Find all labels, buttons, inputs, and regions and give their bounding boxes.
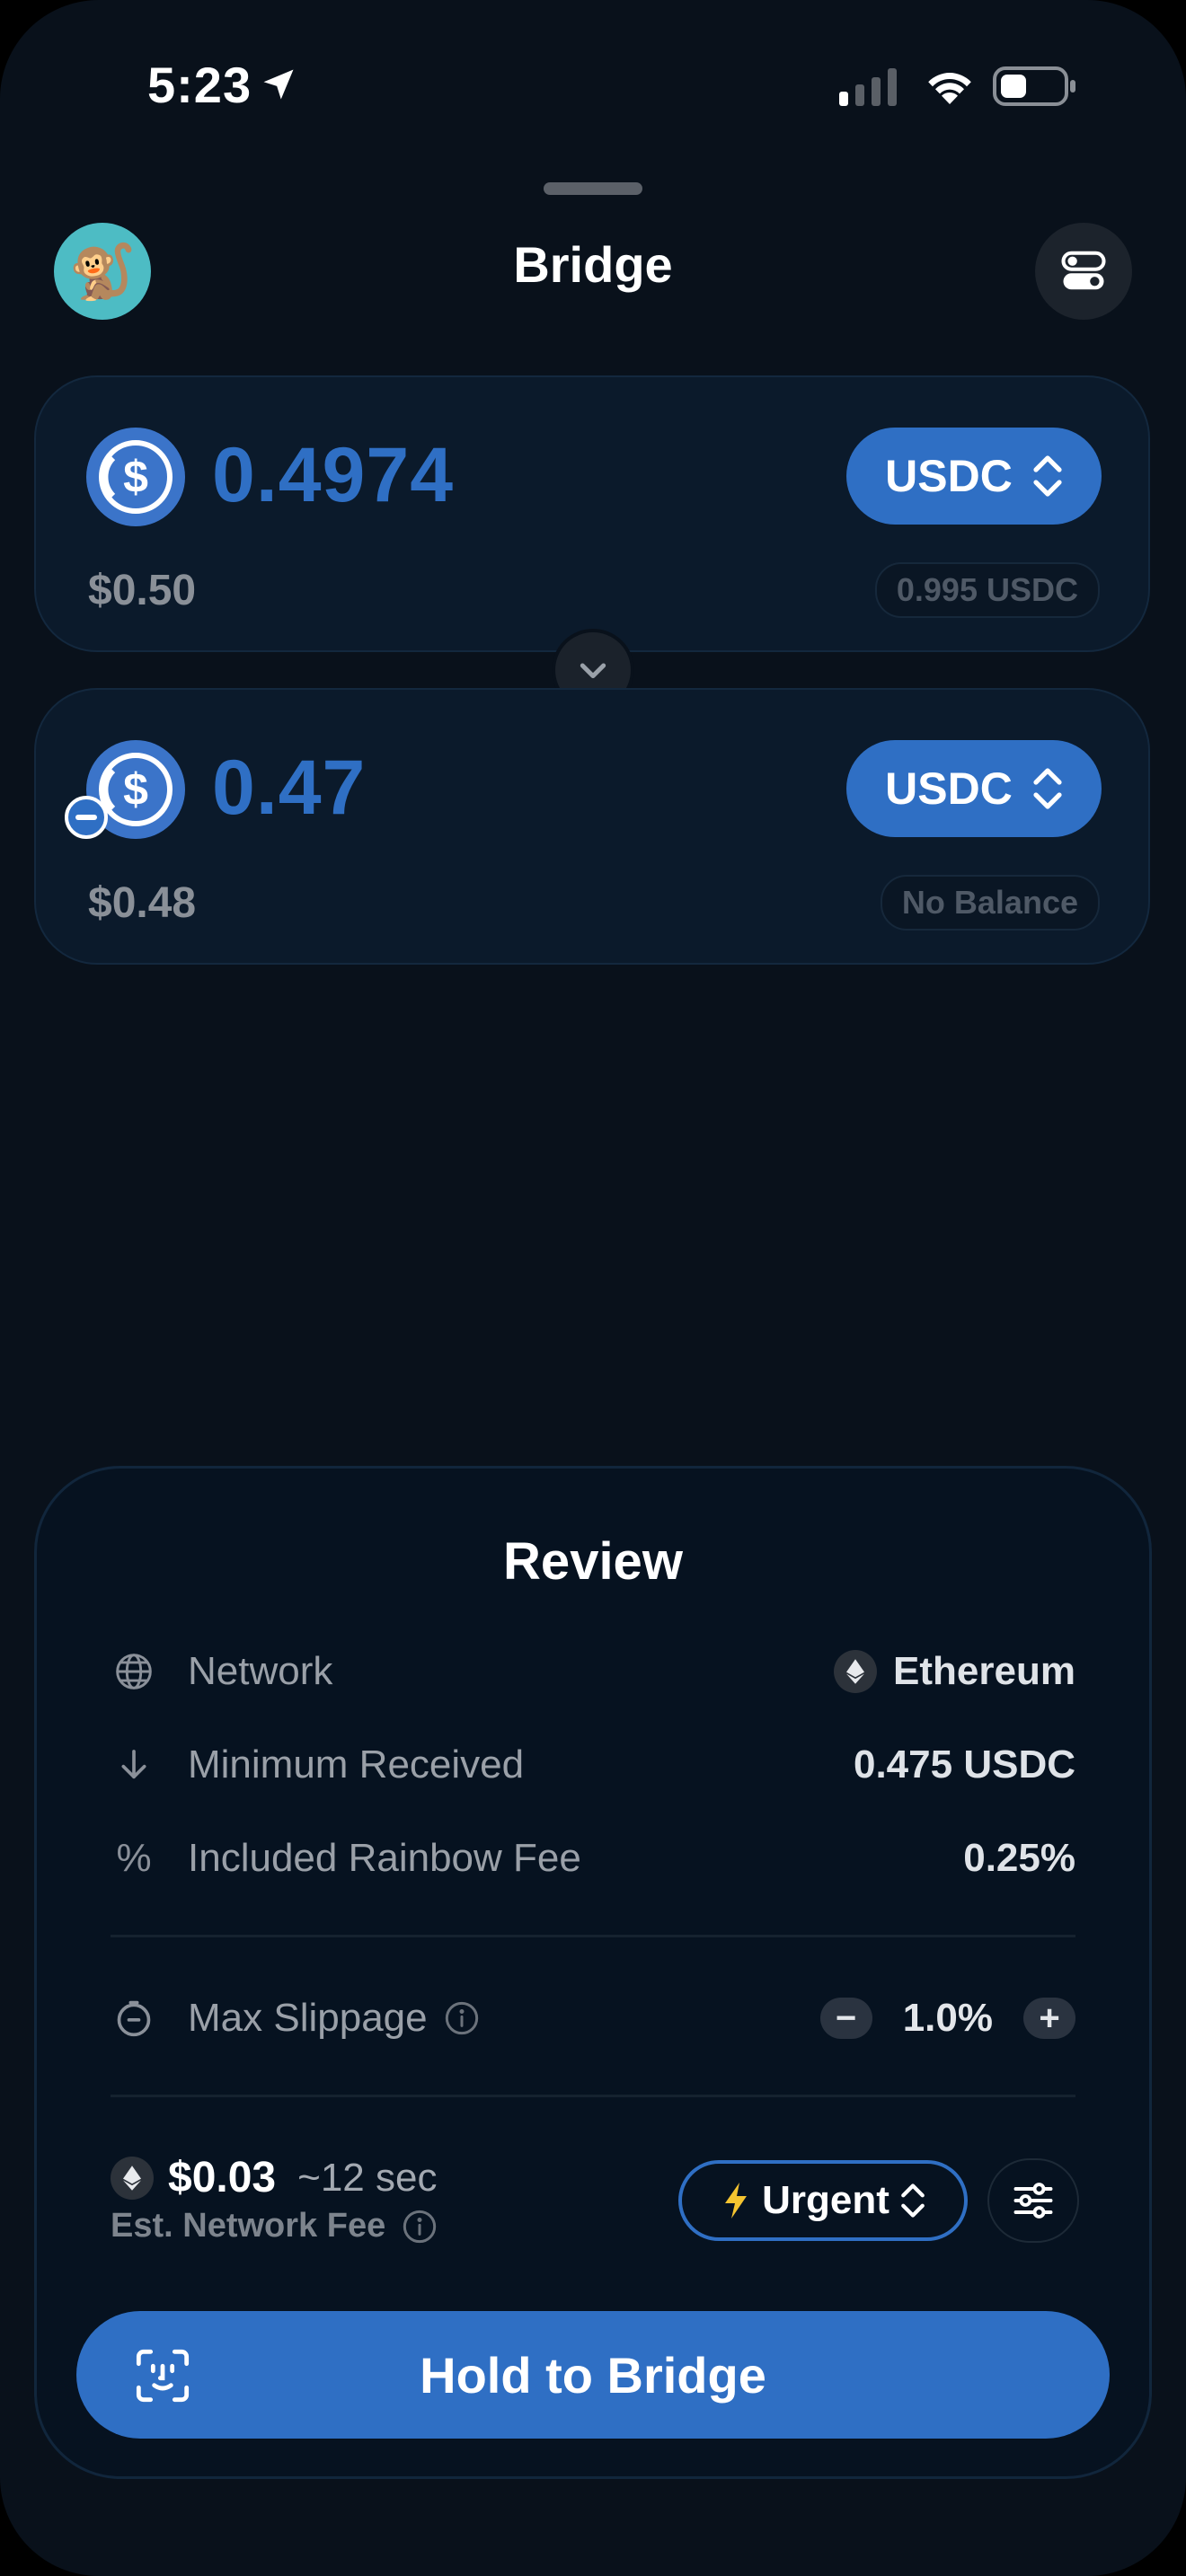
- chevron-up-down-icon: [1033, 455, 1062, 497]
- toggle-settings-icon: [1061, 251, 1106, 290]
- lightning-icon: [725, 2183, 748, 2219]
- network-fee-label: Est. Network Fee: [111, 2207, 386, 2245]
- network-fee-amount: $0.03: [168, 2154, 277, 2201]
- output-token-selector[interactable]: USDC: [846, 740, 1102, 837]
- hold-to-bridge-button[interactable]: Hold to Bridge: [76, 2311, 1110, 2439]
- network-label: Network: [188, 1649, 333, 1693]
- timer-icon: [111, 1995, 157, 2042]
- max-slippage-value[interactable]: 1.0%: [903, 1996, 993, 2041]
- output-token-card[interactable]: $ 0.47 $0.48 USDC No Balance: [34, 688, 1150, 965]
- page-title: Bridge: [513, 236, 673, 293]
- input-token-symbol: USDC: [885, 451, 1013, 501]
- gas-speed-selector[interactable]: Urgent: [678, 2160, 968, 2241]
- output-token-symbol: USDC: [885, 763, 1013, 814]
- review-title: Review: [503, 1532, 683, 1591]
- wifi-icon: [928, 73, 971, 104]
- bridge-screen: 5:23 🐒 Bridge $ 0.4974 $0.50 USDC 0.995 …: [0, 0, 1186, 2576]
- input-balance-button[interactable]: 0.995 USDC: [874, 562, 1100, 618]
- input-balance: 0.995 USDC: [896, 571, 1078, 608]
- svg-text:$: $: [123, 764, 148, 815]
- rainbow-fee-row: % Included Rainbow Fee 0.25%: [111, 1830, 1075, 1887]
- network-fee-time: ~12 sec: [297, 2155, 438, 2200]
- chevron-up-down-icon: [1033, 768, 1062, 809]
- divider: [111, 1935, 1075, 1937]
- output-amount[interactable]: 0.47: [212, 744, 366, 833]
- battery-icon: [993, 66, 1075, 106]
- minimum-received-label: Minimum Received: [188, 1742, 525, 1786]
- network-fee-summary: $0.03 ~12 sec: [111, 2153, 437, 2202]
- output-balance-button[interactable]: No Balance: [880, 875, 1100, 931]
- max-slippage-label: Max Slippage: [188, 1996, 428, 2040]
- sliders-icon: [1013, 2183, 1053, 2219]
- minimum-received-row: Minimum Received 0.475 USDC: [111, 1736, 1075, 1794]
- review-panel: Review Network Ethereum Minimum Received…: [34, 1466, 1152, 2479]
- rainbow-fee-label: Included Rainbow Fee: [188, 1836, 581, 1880]
- output-balance: No Balance: [901, 884, 1078, 921]
- gas-speed-label: Urgent: [762, 2178, 890, 2222]
- chevron-down-icon: [580, 663, 606, 679]
- minimum-received-value: 0.475 USDC: [853, 1742, 1075, 1786]
- svg-text:$: $: [123, 452, 148, 502]
- input-fiat-value: $0.50: [88, 567, 197, 614]
- sheet-grabber[interactable]: [544, 182, 642, 195]
- remove-circle-icon[interactable]: [65, 796, 108, 839]
- hold-to-bridge-label: Hold to Bridge: [420, 2346, 766, 2404]
- input-token-card[interactable]: $ 0.4974 $0.50 USDC 0.995 USDC: [34, 375, 1150, 652]
- ethereum-icon: [111, 2156, 154, 2200]
- settings-button[interactable]: [1035, 223, 1132, 320]
- output-fiat-value: $0.48: [88, 879, 197, 927]
- input-token-selector[interactable]: USDC: [846, 428, 1102, 525]
- gas-settings-button[interactable]: [987, 2158, 1079, 2243]
- face-id-icon: [136, 2349, 190, 2403]
- divider: [111, 2095, 1075, 2097]
- location-arrow-icon: [263, 69, 294, 100]
- status-time: 5:23: [147, 57, 252, 113]
- max-slippage-row: Max Slippage − 1.0% +: [111, 1989, 1075, 2047]
- cellular-signal-icon: [839, 68, 897, 106]
- arrow-down-icon: [111, 1742, 157, 1788]
- ethereum-icon: [834, 1650, 878, 1693]
- percent-icon: %: [116, 1836, 152, 1880]
- slippage-increment-button[interactable]: +: [1023, 1998, 1075, 2039]
- rainbow-fee-value: 0.25%: [963, 1836, 1075, 1880]
- input-amount[interactable]: 0.4974: [212, 431, 454, 520]
- network-fee-label-row: Est. Network Fee: [111, 2207, 438, 2245]
- network-value-button[interactable]: Ethereum: [834, 1649, 1075, 1694]
- network-row: Network Ethereum: [111, 1643, 1075, 1700]
- slippage-decrement-button[interactable]: −: [819, 1998, 872, 2039]
- chevron-up-down-icon: [901, 2183, 925, 2218]
- info-icon[interactable]: [402, 2209, 438, 2245]
- info-icon[interactable]: [444, 2000, 480, 2036]
- globe-icon: [111, 1648, 157, 1695]
- usdc-coin-icon: $: [86, 428, 185, 526]
- network-value: Ethereum: [893, 1649, 1075, 1693]
